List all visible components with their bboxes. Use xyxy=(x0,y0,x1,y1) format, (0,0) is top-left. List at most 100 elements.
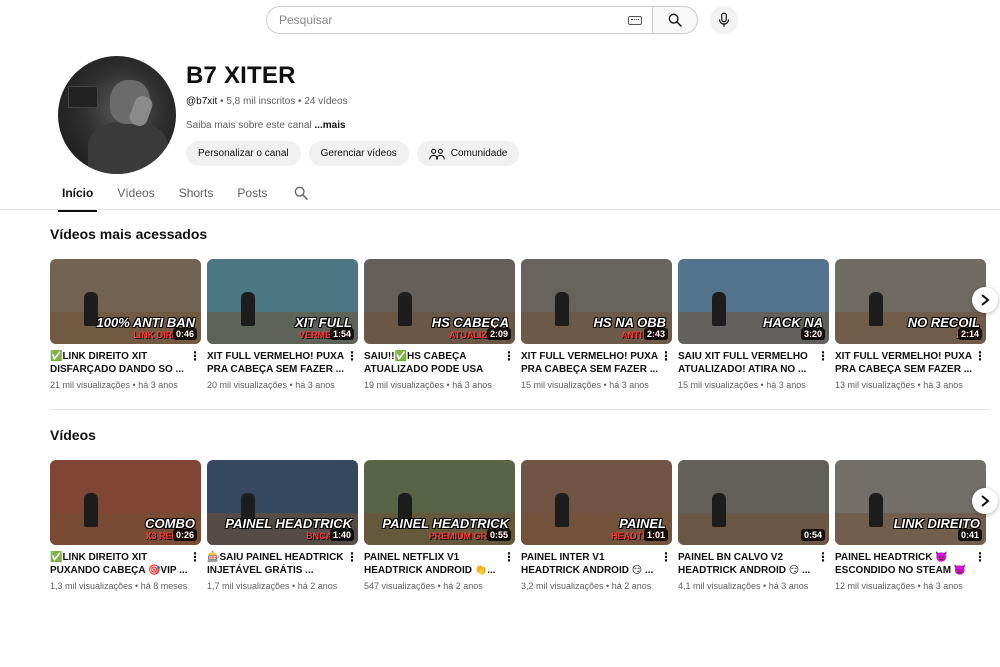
video-card[interactable]: LINK DIREITO 0:41 PAINEL HEADTRICK 👿 ESCON… xyxy=(835,460,986,591)
video-title[interactable]: XIT FULL VERMELHO! PUXA PRA CABEÇA SEM F… xyxy=(835,350,974,376)
upload-age: há 2 anos xyxy=(297,581,338,591)
search-field-container[interactable] xyxy=(266,6,652,34)
manage-videos-button[interactable]: Gerenciar vídeos xyxy=(308,141,409,166)
video-card[interactable]: XIT FULL VERMELHO 1:54 XIT FULL VERMELHO! P… xyxy=(207,259,358,390)
character-figure xyxy=(712,493,726,527)
search-input[interactable] xyxy=(279,13,628,27)
video-card[interactable]: COMBO X3 RECOIL 0:26 ✅LINK DIREITO XIT PUXA… xyxy=(50,460,201,591)
character-figure xyxy=(869,493,883,527)
video-duration: 2:14 xyxy=(957,328,982,340)
video-title[interactable]: PAINEL NETFLIX V1 HEADTRICK ANDROID 👏... xyxy=(364,551,503,577)
character-figure xyxy=(241,292,255,326)
more-options-icon[interactable]: ⋮ xyxy=(817,551,829,577)
character-figure xyxy=(398,292,412,326)
video-thumbnail[interactable]: HS CABEÇA ATUALIZADO 2:09 xyxy=(364,259,515,344)
video-card[interactable]: HS NA OBB ANTI BAN 2:43 XIT FULL VERMELHO! … xyxy=(521,259,672,390)
more-options-icon[interactable]: ⋮ xyxy=(503,551,515,577)
video-thumbnail[interactable]: NO RECOIL100%2:14 xyxy=(835,259,986,344)
video-meta: 15 mil visualizações • há 3 anos xyxy=(678,380,806,390)
video-title[interactable]: PAINEL BN CALVO V2 HEADTRICK ANDROID 😏 .… xyxy=(678,551,817,577)
more-link[interactable]: ...mais xyxy=(314,120,345,131)
video-meta: 20 mil visualizações • há 3 anos xyxy=(207,380,335,390)
more-options-icon[interactable]: ⋮ xyxy=(503,350,515,376)
shelf-divider xyxy=(50,409,990,410)
more-options-icon[interactable]: ⋮ xyxy=(660,551,672,577)
tab-shorts[interactable]: Shorts xyxy=(167,180,226,212)
video-thumbnail[interactable]: LINK DIREITO 0:41 xyxy=(835,460,986,545)
more-options-icon[interactable]: ⋮ xyxy=(189,350,201,376)
scroll-right-button[interactable] xyxy=(972,287,998,313)
voice-search-button[interactable] xyxy=(710,6,738,34)
video-meta: 19 mil visualizações • há 3 anos xyxy=(364,380,492,390)
more-options-icon[interactable]: ⋮ xyxy=(974,551,986,577)
video-thumbnail[interactable]: HS NA OBB ANTI BAN 2:43 xyxy=(521,259,672,344)
video-meta: 1,3 mil visualizações • há 8 meses xyxy=(50,581,188,591)
video-meta: 21 mil visualizações • há 3 anos xyxy=(50,380,178,390)
view-count: 15 mil visualizações xyxy=(521,380,602,390)
video-title[interactable]: SAIU!!✅HS CABEÇA ATUALIZADO PODE USA NA.… xyxy=(364,350,503,376)
video-title[interactable]: PAINEL INTER V1 HEADTRICK ANDROID 😏 ... xyxy=(521,551,660,577)
video-thumbnail[interactable]: HACK NAOBB3:20 xyxy=(678,259,829,344)
more-options-icon[interactable]: ⋮ xyxy=(346,350,358,376)
video-thumbnail[interactable]: 0:54 xyxy=(678,460,829,545)
video-card[interactable]: 0:54 PAINEL BN CALVO V2 HEADTRICK ANDROID… xyxy=(678,460,829,591)
video-title[interactable]: SAIU XIT FULL VERMELHO ATUALIZADO! ATIRA… xyxy=(678,350,817,376)
video-card[interactable]: PAINEL HEADTRICK PREMIUM GRATIS 0:55 PAINEL… xyxy=(364,460,515,591)
video-meta: 4,1 mil visualizações • há 3 anos xyxy=(678,581,809,591)
search-button[interactable] xyxy=(652,6,698,34)
view-count: 3,2 mil visualizações xyxy=(521,581,604,591)
more-options-icon[interactable]: ⋮ xyxy=(660,350,672,376)
video-thumbnail[interactable]: 100% ANTI BAN LINK DIREITO 0:46 xyxy=(50,259,201,344)
more-options-icon[interactable]: ⋮ xyxy=(346,551,358,577)
video-duration: 1:54 xyxy=(329,328,354,340)
tab-posts[interactable]: Posts xyxy=(225,180,279,212)
tab-videos[interactable]: Vídeos xyxy=(105,180,166,212)
videos-row: COMBO X3 RECOIL 0:26 ✅LINK DIREITO XIT PUXA… xyxy=(50,460,986,591)
tabs-divider xyxy=(0,209,1000,210)
more-options-icon[interactable]: ⋮ xyxy=(974,350,986,376)
customize-channel-button[interactable]: Personalizar o canal xyxy=(186,141,301,166)
popular-videos-row: 100% ANTI BAN LINK DIREITO 0:46 ✅LINK DIREI… xyxy=(50,259,986,390)
upload-age: há 3 anos xyxy=(766,380,806,390)
video-meta: 1,7 mil visualizações • há 2 anos xyxy=(207,581,338,591)
video-duration: 3:20 xyxy=(800,328,825,340)
video-thumbnail[interactable]: XIT FULL VERMELHO 1:54 xyxy=(207,259,358,344)
scroll-right-button-videos[interactable] xyxy=(972,488,998,514)
view-count: 20 mil visualizações xyxy=(207,380,288,390)
video-card[interactable]: PAINEL HEADTRICK BNCALVO 1:40 🎰SAIU PAINEL … xyxy=(207,460,358,591)
video-title[interactable]: PAINEL HEADTRICK 👿 ESCONDIDO NO STEAM 👿 xyxy=(835,551,974,577)
microphone-icon xyxy=(718,12,730,27)
video-thumbnail[interactable]: COMBO X3 RECOIL 0:26 xyxy=(50,460,201,545)
channel-avatar[interactable] xyxy=(58,56,176,174)
video-thumbnail[interactable]: PAINEL HEADTRICK 1:01 xyxy=(521,460,672,545)
view-count: 13 mil visualizações xyxy=(835,380,916,390)
channel-search-icon[interactable] xyxy=(293,185,309,201)
more-options-icon[interactable]: ⋮ xyxy=(189,551,201,577)
video-card[interactable]: NO RECOIL100%2:14 XIT FULL VERMELHO! PUXA… xyxy=(835,259,986,390)
video-title[interactable]: XIT FULL VERMELHO! PUXA PRA CABEÇA SEM F… xyxy=(207,350,346,376)
upload-age: há 8 meses xyxy=(140,581,188,591)
channel-description[interactable]: Saiba mais sobre este canal ...mais xyxy=(186,120,346,131)
more-options-icon[interactable]: ⋮ xyxy=(817,350,829,376)
video-card[interactable]: 100% ANTI BAN LINK DIREITO 0:46 ✅LINK DIREI… xyxy=(50,259,201,390)
video-title[interactable]: ✅LINK DIREITO XIT PUXANDO CABEÇA 🎯VIP ..… xyxy=(50,551,189,577)
video-meta: 13 mil visualizações • há 3 anos xyxy=(835,380,963,390)
channel-tabs: Início Vídeos Shorts Posts xyxy=(50,180,309,212)
channel-handle: @b7xit xyxy=(186,96,218,107)
video-card[interactable]: PAINEL HEADTRICK 1:01 PAINEL INTER V1 HEADT… xyxy=(521,460,672,591)
community-button[interactable]: Comunidade xyxy=(416,141,520,166)
video-title[interactable]: XIT FULL VERMELHO! PUXA PRA CABEÇA SEM F… xyxy=(521,350,660,376)
video-duration: 0:41 xyxy=(957,529,982,541)
tab-home[interactable]: Início xyxy=(50,180,105,212)
video-title[interactable]: ✅LINK DIREITO XIT DISFARÇADO DANDO SO ..… xyxy=(50,350,189,376)
video-card[interactable]: HS CABEÇA ATUALIZADO 2:09 SAIU!!✅HS CABEÇA … xyxy=(364,259,515,390)
keyboard-icon[interactable] xyxy=(628,15,642,25)
video-duration: 0:54 xyxy=(800,529,825,541)
video-thumbnail[interactable]: PAINEL HEADTRICK PREMIUM GRATIS 0:55 xyxy=(364,460,515,545)
video-card[interactable]: HACK NAOBB3:20 SAIU XIT FULL VERMELHO ATU… xyxy=(678,259,829,390)
video-thumbnail[interactable]: PAINEL HEADTRICK BNCALVO 1:40 xyxy=(207,460,358,545)
upload-age: há 2 anos xyxy=(443,581,483,591)
video-meta: 547 visualizações • há 2 anos xyxy=(364,581,483,591)
section-title-videos: Vídeos xyxy=(50,427,96,443)
video-title[interactable]: 🎰SAIU PAINEL HEADTRICK INJETÁVEL GRÁTIS … xyxy=(207,551,346,577)
